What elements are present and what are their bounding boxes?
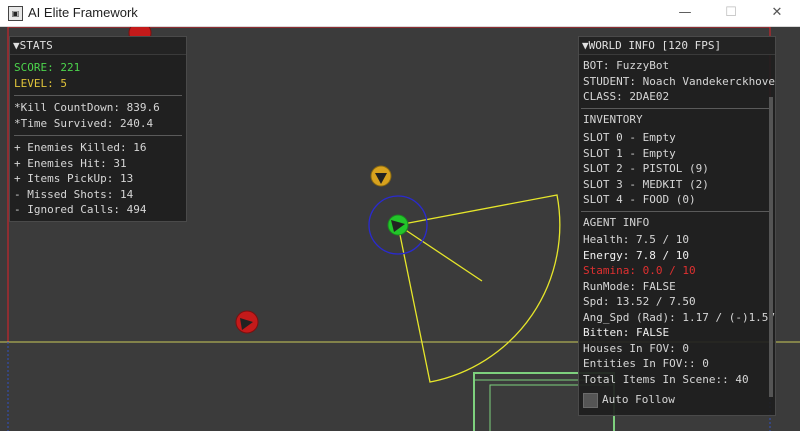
agent-info-title: AGENT INFO: [583, 215, 650, 229]
world-info-scrollbar[interactable]: [769, 97, 773, 397]
fov-cone: [397, 194, 561, 383]
inventory-slot-3: SLOT 3 - MEDKIT (2): [583, 177, 709, 191]
ignored-calls-label: - Ignored Calls: 494: [14, 203, 147, 216]
world-separator: [581, 107, 773, 109]
inventory-slot-1: SLOT 1 - Empty: [583, 146, 676, 160]
houses-in-fov-label: Houses In FOV: 0: [583, 341, 689, 355]
app-icon: ▣: [8, 6, 23, 21]
class-label: CLASS: 2DAE02: [583, 90, 670, 103]
world-separator: [581, 210, 773, 212]
stats-panel: ▼STATS SCORE: 221 LEVEL: 5 *Kill CountDo…: [9, 36, 187, 222]
score-label: SCORE: 221: [14, 61, 81, 74]
stamina-label: Stamina: 0.0 / 10: [583, 264, 696, 277]
inventory-slot-0: SLOT 0 - Empty: [583, 131, 676, 144]
speed-label: Spd: 13.52 / 7.50: [583, 295, 696, 308]
minimize-button[interactable]: —: [662, 0, 708, 26]
entities-in-fov-label: Entities In FOV:: 0: [583, 357, 709, 370]
time-survived-label: *Time Survived: 240.4: [14, 116, 154, 130]
maximize-button[interactable]: ☐: [708, 0, 754, 26]
inventory-slot-2: SLOT 2 - PISTOL (9): [583, 162, 709, 175]
kill-countdown-label: *Kill CountDown: 839.6: [14, 101, 160, 114]
steering-line: [397, 224, 483, 282]
world-info-header[interactable]: ▼WORLD INFO [120 FPS]: [579, 37, 775, 55]
window-titlebar[interactable]: ▣ AI Elite Framework — ☐ ✕: [0, 0, 800, 27]
auto-follow-label: Auto Follow: [602, 393, 675, 406]
world-info-panel: ▼WORLD INFO [120 FPS] BOT: FuzzyBot STUD…: [578, 36, 776, 416]
stats-header[interactable]: ▼STATS: [10, 37, 186, 55]
level-label: LEVEL: 5: [14, 76, 67, 90]
run-mode-label: RunMode: FALSE: [583, 279, 676, 293]
auto-follow-checkbox[interactable]: [583, 392, 598, 408]
stats-separator: [14, 95, 182, 96]
close-button[interactable]: ✕: [754, 0, 800, 26]
enemies-hit-label: + Enemies Hit: 31: [14, 156, 127, 170]
missed-shots-label: - Missed Shots: 14: [14, 187, 134, 201]
total-items-label: Total Items In Scene:: 40: [583, 372, 749, 386]
angular-speed-label: Ang_Spd (Rad): 1.17 / (-)1.57: [583, 310, 776, 324]
window-title: AI Elite Framework: [28, 5, 138, 20]
stats-separator: [14, 135, 182, 136]
bot-label: BOT: FuzzyBot: [583, 59, 670, 72]
items-pickup-label: + Items PickUp: 13: [14, 172, 134, 185]
health-label: Health: 7.5 / 10: [583, 233, 689, 246]
auto-follow-row[interactable]: Auto Follow: [583, 391, 675, 409]
inventory-slot-4: SLOT 4 - FOOD (0): [583, 193, 696, 206]
scrollbar-thumb[interactable]: [769, 97, 773, 397]
inventory-title: INVENTORY: [583, 112, 643, 126]
energy-label: Energy: 7.8 / 10: [583, 248, 689, 262]
enemies-killed-label: + Enemies Killed: 16: [14, 141, 147, 154]
bitten-label: Bitten: FALSE: [583, 326, 670, 339]
student-label: STUDENT: Noach Vandekerckhove: [583, 74, 776, 88]
